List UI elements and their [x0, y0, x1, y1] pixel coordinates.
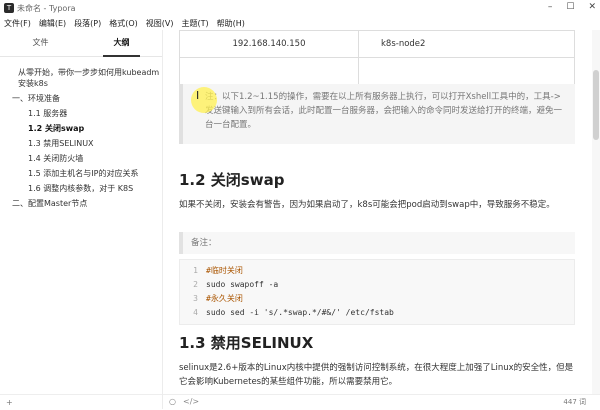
outline-item-swap[interactable]: 1.2 关闭swap — [0, 121, 162, 136]
editor-scrollbar[interactable] — [592, 30, 600, 394]
table-cell-ip[interactable]: 192.168.140.150 — [179, 30, 359, 58]
line-number: 4 — [193, 308, 198, 317]
outline-item-kernel[interactable]: 1.6 调整内核参数，对于 K8S — [0, 181, 162, 196]
heading-selinux[interactable]: 1.3 禁用SELINUX — [179, 332, 313, 353]
window-title: 未命名 - Typora — [17, 3, 76, 13]
scroll-thumb[interactable] — [593, 70, 599, 140]
tab-files[interactable]: 文件 — [0, 30, 81, 56]
menu-help[interactable]: 帮助(H) — [213, 18, 249, 29]
maximize-icon[interactable]: ☐ — [566, 2, 574, 12]
paragraph-swap[interactable]: 如果不关闭，安装会有警告，因为如果启动了，k8s可能会把pod启动到swap中，… — [179, 198, 579, 212]
code-icon[interactable]: </> — [183, 397, 199, 406]
sidebar-footer: + — [0, 394, 162, 409]
outline-item-env[interactable]: 一、环境准备 — [0, 91, 162, 106]
table-cell-ip[interactable] — [179, 57, 359, 85]
sidebar: 文件 大纲 从零开始，带你一步步如何用kubeadm安装k8s 一、环境准备 1… — [0, 30, 162, 394]
code-block[interactable]: 1 #临时关闭 2 sudo swapoff -a 3 #永久关闭 4 sudo… — [179, 259, 575, 325]
menu-view[interactable]: 视图(V) — [142, 18, 178, 29]
plus-icon[interactable]: + — [6, 398, 13, 407]
outline-item-title[interactable]: 从零开始，带你一步步如何用kubeadm安装k8s — [0, 65, 162, 91]
code-line: 2 sudo swapoff -a — [180, 278, 574, 292]
outline-item-selinux[interactable]: 1.3 禁用SELINUX — [0, 136, 162, 151]
cursor-highlight — [191, 87, 217, 113]
table-cell-name[interactable] — [358, 57, 575, 85]
menu-bar: 文件(F) 编辑(E) 段落(P) 格式(O) 视图(V) 主题(T) 帮助(H… — [0, 16, 600, 30]
text-cursor-icon: I — [196, 89, 200, 102]
line-number: 1 — [193, 266, 198, 275]
code-line: 4 sudo sed -i 's/.*swap.*/#&/' /etc/fsta… — [180, 306, 574, 320]
tab-outline[interactable]: 大纲 — [81, 30, 162, 57]
menu-edit[interactable]: 编辑(E) — [35, 18, 70, 29]
code-text: #永久关闭 — [206, 294, 243, 303]
table-row: 192.168.140.150 k8s-node2 — [179, 30, 575, 58]
outline-item-hosts[interactable]: 1.5 添加主机名与IP的对应关系 — [0, 166, 162, 181]
server-table: 192.168.140.150 k8s-node2 — [179, 30, 575, 85]
title-bar: T 未命名 - Typora – ☐ ✕ — [0, 0, 600, 16]
table-row — [179, 57, 575, 85]
typora-icon: T — [4, 3, 14, 13]
code-text: #临时关闭 — [206, 266, 243, 275]
menu-paragraph[interactable]: 段落(P) — [70, 18, 105, 29]
note-text: 注：以下1.2~1.15的操作，需要在以上所有服务器上执行，可以打开Xshell… — [205, 92, 563, 130]
memo-blockquote[interactable]: 备注： — [179, 232, 575, 254]
word-count[interactable]: 447 词 — [563, 397, 586, 407]
close-icon[interactable]: ✕ — [588, 2, 596, 12]
code-text: sudo swapoff -a — [206, 280, 279, 289]
outline-item-master[interactable]: 二、配置Master节点 — [0, 196, 162, 211]
status-bar: ○ </> 447 词 — [163, 394, 600, 410]
line-number: 3 — [193, 294, 198, 303]
menu-file[interactable]: 文件(F) — [0, 18, 35, 29]
circle-icon[interactable]: ○ — [169, 397, 176, 406]
menu-theme[interactable]: 主题(T) — [177, 18, 212, 29]
code-line: 1 #临时关闭 — [180, 264, 574, 278]
paragraph-selinux[interactable]: selinux是2.6+版本的Linux内核中提供的强制访问控制系统，在很大程度… — [179, 361, 579, 389]
outline-list: 从零开始，带你一步步如何用kubeadm安装k8s 一、环境准备 1.1 服务器… — [0, 57, 162, 211]
table-cell-name[interactable]: k8s-node2 — [358, 30, 575, 58]
menu-format[interactable]: 格式(O) — [105, 18, 142, 29]
outline-item-firewall[interactable]: 1.4 关闭防火墙 — [0, 151, 162, 166]
minimize-icon[interactable]: – — [548, 2, 553, 12]
heading-swap[interactable]: 1.2 关闭swap — [179, 169, 284, 190]
outline-item-servers[interactable]: 1.1 服务器 — [0, 106, 162, 121]
note-blockquote[interactable]: I 注：以下1.2~1.15的操作，需要在以上所有服务器上执行，可以打开Xshe… — [179, 84, 575, 144]
line-number: 2 — [193, 280, 198, 289]
editor-area[interactable]: 192.168.140.150 k8s-node2 I 注：以下1.2~1.15… — [163, 30, 592, 394]
memo-text: 备注： — [191, 238, 217, 248]
window-controls: – ☐ ✕ — [548, 2, 596, 12]
code-text: sudo sed -i 's/.*swap.*/#&/' /etc/fstab — [206, 308, 394, 317]
sidebar-tabs: 文件 大纲 — [0, 30, 162, 57]
code-line: 3 #永久关闭 — [180, 292, 574, 306]
